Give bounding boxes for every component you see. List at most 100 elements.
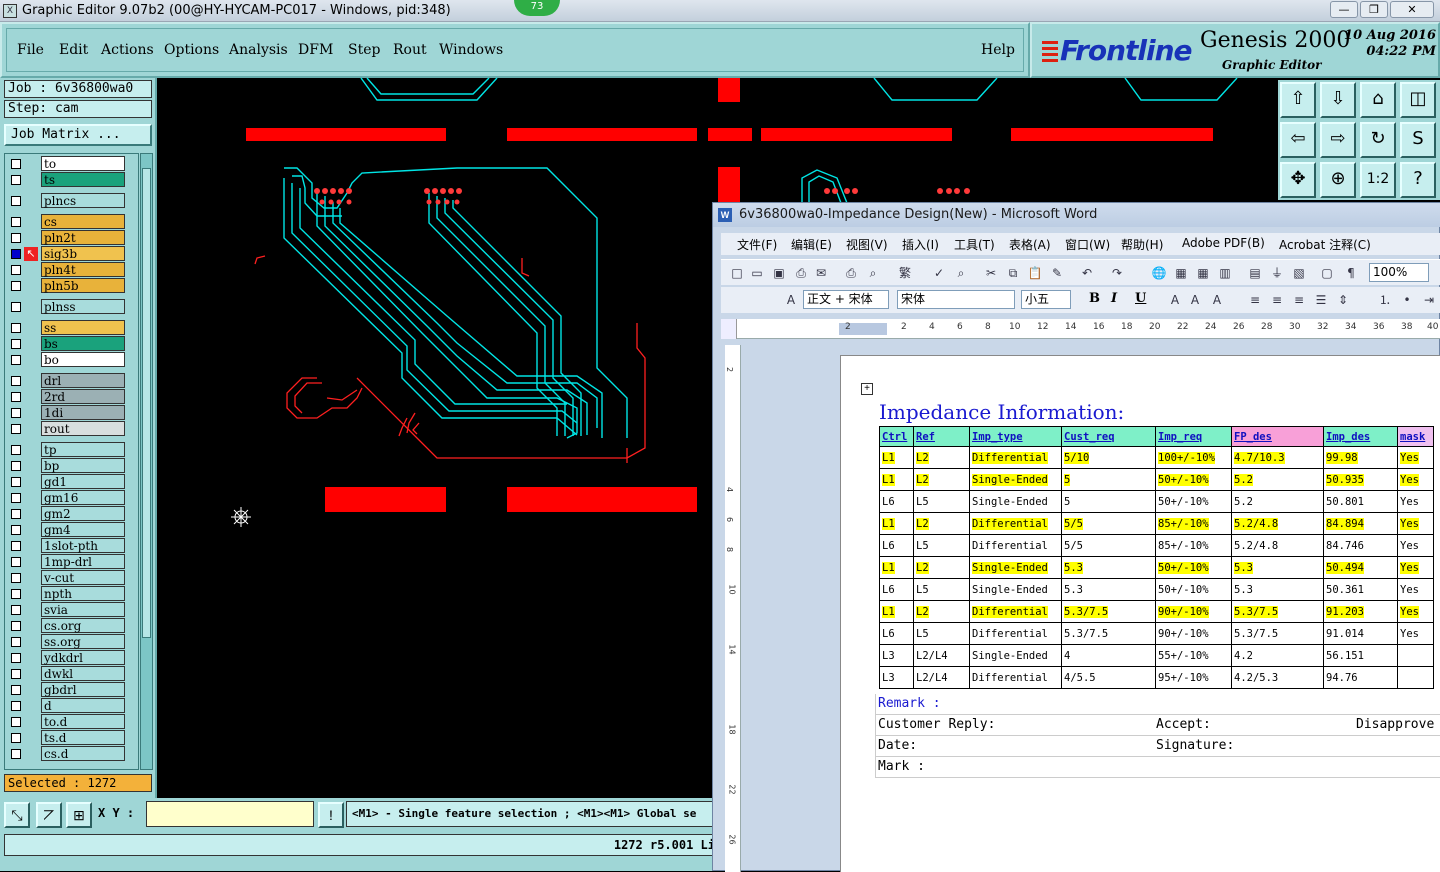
layer-row[interactable]: gm16 <box>7 490 137 506</box>
align-right-icon[interactable]: ≡ <box>1291 292 1307 308</box>
layer-row[interactable]: gm2 <box>7 506 137 522</box>
reply-line[interactable]: Customer Reply: Accept: Disapprove <box>875 715 1440 736</box>
layer-checkbox[interactable] <box>11 621 21 631</box>
word-menu-acrobat[interactable]: Acrobat 注释(C) <box>1279 236 1371 253</box>
layer-list-scrollbar[interactable] <box>140 153 153 770</box>
table-cell[interactable]: 50.361 <box>1323 578 1398 601</box>
table-cell[interactable]: 84.894 <box>1323 512 1398 535</box>
layer-row[interactable]: 1di <box>7 405 137 421</box>
bullets-icon[interactable]: • <box>1399 292 1415 308</box>
mark-line[interactable]: Mark : <box>875 757 1440 778</box>
layer-name[interactable]: ts.d <box>41 730 125 745</box>
menu-analysis[interactable]: Analysis <box>229 42 288 58</box>
layer-row[interactable]: rout <box>7 421 137 437</box>
word-menu-edit[interactable]: 编辑(E) <box>791 236 832 253</box>
char-border-icon[interactable]: A <box>1167 292 1183 308</box>
layer-name[interactable]: sig3b <box>41 246 125 261</box>
undo-icon[interactable]: ↶ <box>1079 265 1095 281</box>
word-menu-table[interactable]: 表格(A) <box>1009 236 1051 253</box>
document-page[interactable]: + Impedance Information: Ctrl Ref Imp_type… <box>840 355 1440 872</box>
table-move-handle-icon[interactable]: + <box>861 383 873 395</box>
date-line[interactable]: Date: Signature: <box>875 736 1440 757</box>
zoom-one-to-two-icon[interactable]: 1:2 <box>1360 162 1396 198</box>
line-spacing-icon[interactable]: ⇕ <box>1335 292 1351 308</box>
layer-checkbox[interactable] <box>11 376 21 386</box>
layer-name[interactable]: 1di <box>41 405 125 420</box>
table-cell[interactable]: 5/10 <box>1061 446 1156 469</box>
job-matrix-button[interactable]: Job Matrix ... <box>4 124 152 146</box>
table-cell[interactable]: L6 <box>879 490 914 513</box>
char-scale-icon[interactable]: A <box>1209 292 1225 308</box>
chinese-convert-icon[interactable]: 繁 <box>897 265 913 281</box>
table-cell[interactable]: 5.2 <box>1231 468 1324 491</box>
layer-row[interactable]: ss <box>7 320 137 336</box>
layer-name[interactable]: plnss <box>41 299 125 314</box>
layer-name[interactable]: cs.org <box>41 618 125 633</box>
word-menu-tools[interactable]: 工具(T) <box>954 236 995 253</box>
distribute-icon[interactable]: ☰ <box>1313 292 1329 308</box>
table-cell[interactable]: 5.2 <box>1231 490 1324 513</box>
drawing-icon[interactable]: ⏚ <box>1269 265 1285 281</box>
layer-checkbox[interactable] <box>11 175 21 185</box>
layer-name[interactable]: bs <box>41 336 125 351</box>
minimize-button[interactable]: — <box>1330 1 1358 18</box>
layer-name[interactable]: bp <box>41 458 125 473</box>
tables-borders-icon[interactable]: ▦ <box>1173 265 1189 281</box>
format-painter-icon[interactable]: ✎ <box>1049 265 1065 281</box>
xy-input[interactable] <box>146 801 314 827</box>
menu-step[interactable]: Step <box>348 42 380 58</box>
layer-name[interactable]: gd1 <box>41 474 125 489</box>
table-cell[interactable]: 5/5 <box>1061 534 1156 557</box>
hyperlink-icon[interactable]: 🌐 <box>1151 265 1167 281</box>
layer-name[interactable]: ss.org <box>41 634 125 649</box>
table-cell[interactable]: Yes <box>1397 600 1434 623</box>
layer-name[interactable]: 1mp-drl <box>41 554 125 569</box>
table-cell[interactable]: 5/5 <box>1061 512 1156 535</box>
layer-row[interactable]: gd1 <box>7 474 137 490</box>
layer-name[interactable]: npth <box>41 586 125 601</box>
table-cell[interactable]: Differential <box>969 666 1062 689</box>
layer-checkbox[interactable] <box>11 525 21 535</box>
grid-tool-icon[interactable]: ⊞ <box>66 802 92 828</box>
bold-button[interactable]: B <box>1089 291 1100 306</box>
table-cell[interactable]: 95+/-10% <box>1155 666 1232 689</box>
word-menu-adobe-pdf[interactable]: Adobe PDF(B) <box>1182 236 1265 250</box>
layer-checkbox[interactable] <box>11 445 21 455</box>
columns-icon[interactable]: ▤ <box>1247 265 1263 281</box>
show-hide-icon[interactable]: ▢ <box>1319 265 1335 281</box>
layer-name[interactable]: gm4 <box>41 522 125 537</box>
pan-down-icon[interactable]: ⇩ <box>1320 82 1356 118</box>
new-icon[interactable]: □ <box>729 265 745 281</box>
table-cell[interactable]: 5.3/7.5 <box>1231 600 1324 623</box>
table-cell[interactable]: L1 <box>879 512 914 535</box>
table-cell[interactable]: 84.746 <box>1323 534 1398 557</box>
table-cell[interactable]: L2 <box>913 600 970 623</box>
table-cell[interactable] <box>1397 666 1434 689</box>
layer-row[interactable]: gm4 <box>7 522 137 538</box>
layer-checkbox[interactable] <box>11 477 21 487</box>
notification-badge[interactable]: 73 <box>514 0 560 16</box>
layer-checkbox[interactable] <box>11 217 21 227</box>
char-shading-icon[interactable]: A <box>1187 292 1203 308</box>
table-cell[interactable]: 50+/-10% <box>1155 556 1232 579</box>
cut-icon[interactable]: ✂ <box>983 265 999 281</box>
remark-line[interactable]: Remark : <box>875 694 1440 715</box>
layer-row[interactable]: 2rd <box>7 389 137 405</box>
layer-checkbox[interactable] <box>11 249 21 259</box>
table-cell[interactable]: 100+/-10% <box>1155 446 1232 469</box>
layer-name[interactable]: gm2 <box>41 506 125 521</box>
table-cell[interactable]: 94.76 <box>1323 666 1398 689</box>
align-center-icon[interactable]: ≡ <box>1269 292 1285 308</box>
layer-checkbox[interactable] <box>11 461 21 471</box>
table-cell[interactable]: 5.3 <box>1231 578 1324 601</box>
table-cell[interactable]: Yes <box>1397 446 1434 469</box>
table-cell[interactable]: Yes <box>1397 468 1434 491</box>
table-cell[interactable]: 90+/-10% <box>1155 600 1232 623</box>
layer-row[interactable]: to.d <box>7 714 137 730</box>
table-cell[interactable]: Differential <box>969 600 1062 623</box>
table-cell[interactable]: Differential <box>969 534 1062 557</box>
table-cell[interactable]: 5.3/7.5 <box>1061 622 1156 645</box>
layer-row[interactable]: gbdrl <box>7 682 137 698</box>
table-cell[interactable]: 50+/-10% <box>1155 468 1232 491</box>
styles-icon[interactable]: A <box>783 292 799 308</box>
